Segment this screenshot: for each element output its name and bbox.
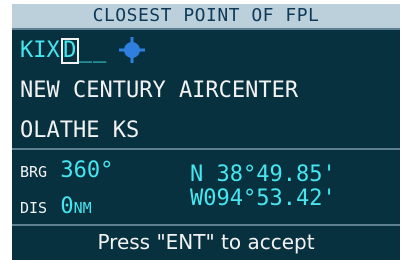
brg-label: BRG	[20, 163, 48, 181]
nav-data-panel: BRG 360° DIS 0NM N 38°49.85' W094°53.42'	[12, 148, 400, 226]
bearing-readout: BRG 360°	[20, 158, 113, 183]
ident-prefix: KIX	[20, 38, 60, 63]
press-ent-prompt: Press "ENT" to accept	[97, 230, 315, 254]
ident-cursor[interactable]: D	[60, 38, 79, 64]
prompt-panel: Press "ENT" to accept	[12, 224, 400, 260]
airport-icon	[119, 37, 145, 63]
facility-name: NEW CENTURY AIRCENTER	[20, 78, 299, 103]
page-title: CLOSEST POINT OF FPL	[12, 4, 400, 28]
dis-unit: NM	[73, 199, 92, 217]
longitude-readout: W094°53.42'	[190, 186, 336, 211]
facility-city: OLATHE KS	[20, 118, 140, 143]
latitude-readout: N 38°49.85'	[190, 162, 336, 187]
distance-readout: DIS 0NM	[20, 194, 92, 219]
dis-value: 0	[60, 194, 74, 219]
waypoint-info-panel: KIX D __ NEW CENTURY AIRCENTER OLATHE KS	[12, 28, 400, 150]
brg-value: 360°	[60, 158, 114, 183]
waypoint-ident-field[interactable]: KIX D __	[20, 38, 107, 64]
dis-label: DIS	[20, 199, 48, 217]
closest-point-of-fpl-window: CLOSEST POINT OF FPL KIX D __ NEW CENTURY …	[0, 0, 408, 260]
ident-blanks: __	[78, 38, 108, 63]
